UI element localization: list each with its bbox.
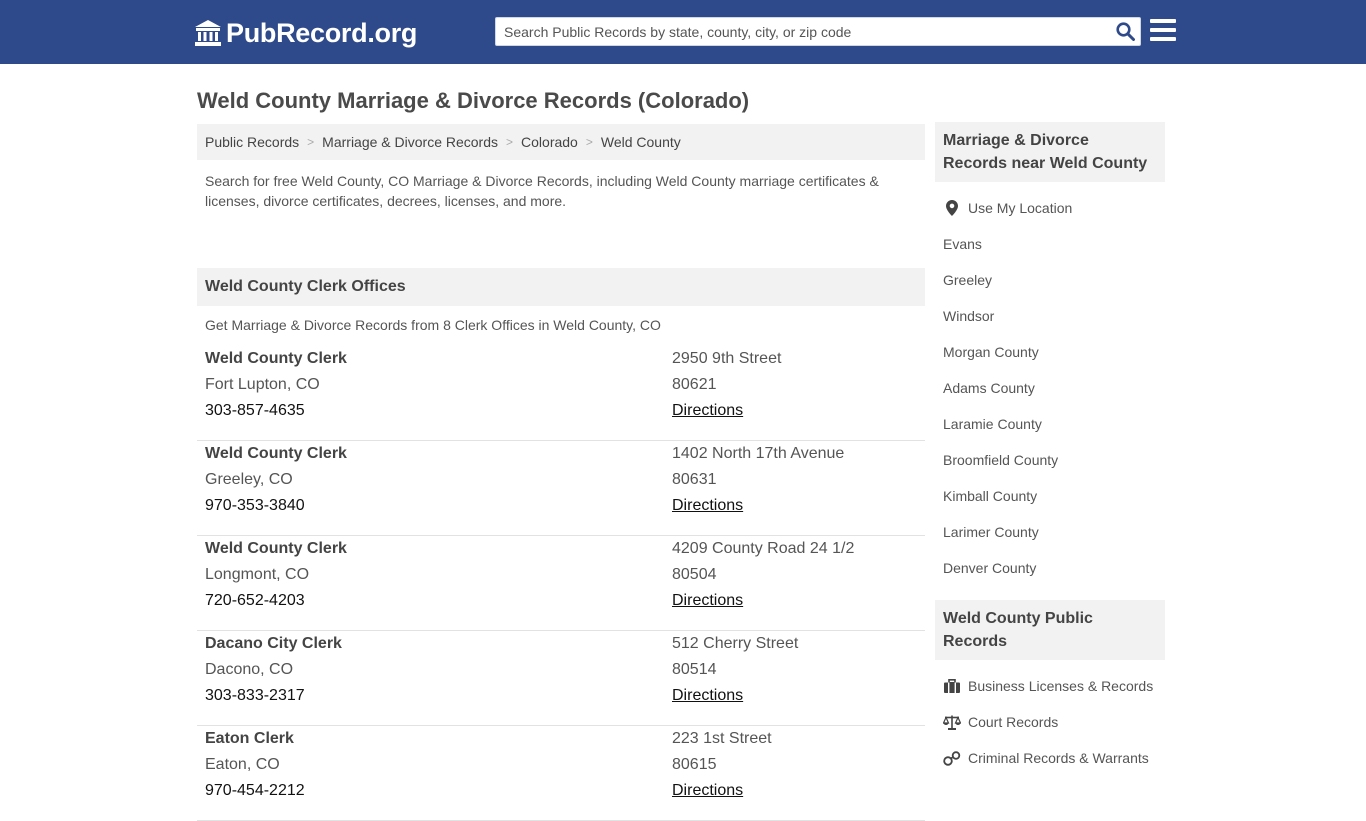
nearby-link-denver-county[interactable]: Denver County [935,550,1165,586]
briefcase-icon [943,678,961,694]
breadcrumb-public-records[interactable]: Public Records [205,134,299,150]
courthouse-icon [195,20,221,46]
nearby-records-heading: Marriage & Divorce Records near Weld Cou… [935,122,1165,182]
office-city: Greeley, CO [205,471,293,488]
office-phone[interactable]: 970-353-3840 [205,493,347,519]
business-licenses-link[interactable]: Business Licenses & Records [935,668,1165,704]
office-city: Fort Lupton, CO [205,376,320,393]
office-name[interactable]: Eaton Clerk [205,726,305,752]
hamburger-menu-icon[interactable] [1150,19,1176,43]
breadcrumb-weld-county[interactable]: Weld County [601,134,681,150]
office-street: 4209 County Road 24 1/2 [672,540,855,557]
office-zip: 80514 [672,661,717,678]
nearby-link-kimball-county[interactable]: Kimball County [935,478,1165,514]
use-my-location-label: Use My Location [968,200,1073,216]
office-name[interactable]: Weld County Clerk [205,536,347,562]
search-input[interactable] [496,18,1110,45]
search-icon [1115,22,1135,41]
directions-link[interactable]: Directions [672,497,743,514]
page-title: Weld County Marriage & Divorce Records (… [197,88,750,113]
office-zip: 80504 [672,566,717,583]
nearby-link-greeley[interactable]: Greeley [935,262,1165,298]
court-records-label: Court Records [968,714,1059,730]
nearby-link-adams-county[interactable]: Adams County [935,370,1165,406]
nearby-link-windsor[interactable]: Windsor [935,298,1165,334]
main-content: Public Records > Marriage & Divorce Reco… [197,124,925,821]
search-bar [495,17,1141,46]
search-button[interactable] [1110,18,1140,45]
office-zip: 80615 [672,756,717,773]
offices-section-title: Weld County Clerk Offices [197,268,925,306]
office-zip: 80631 [672,471,717,488]
nearby-link-laramie-county[interactable]: Laramie County [935,406,1165,442]
office-name[interactable]: Weld County Clerk [205,346,347,372]
intro-text: Search for free Weld County, CO Marriage… [205,173,879,209]
office-zip: 80621 [672,376,717,393]
breadcrumb-separator: > [506,135,514,149]
directions-link[interactable]: Directions [672,687,743,704]
office-listing: Weld County Clerk Longmont, CO 720-652-4… [197,536,925,631]
office-street: 223 1st Street [672,730,772,747]
breadcrumb-separator: > [585,135,593,149]
business-licenses-label: Business Licenses & Records [968,678,1154,694]
nearby-list: Use My Location Evans Greeley Windsor Mo… [935,182,1165,600]
breadcrumb-colorado[interactable]: Colorado [521,134,578,150]
office-phone[interactable]: 303-833-2317 [205,683,342,709]
office-phone[interactable]: 303-857-4635 [205,398,347,424]
office-street: 1402 North 17th Avenue [672,445,845,462]
office-list: Weld County Clerk Fort Lupton, CO 303-85… [197,346,925,821]
office-street: 2950 9th Street [672,350,782,367]
breadcrumb-marriage-divorce[interactable]: Marriage & Divorce Records [322,134,498,150]
office-phone[interactable]: 970-454-2212 [205,778,305,804]
breadcrumb: Public Records > Marriage & Divorce Reco… [197,124,925,160]
directions-link[interactable]: Directions [672,782,743,799]
nearby-link-broomfield-county[interactable]: Broomfield County [935,442,1165,478]
logo-text: PubRecord.org [226,18,418,48]
scales-icon [943,714,961,730]
nearby-link-larimer-county[interactable]: Larimer County [935,514,1165,550]
office-city: Dacono, CO [205,661,294,678]
handcuffs-icon [943,750,961,766]
office-listing: Dacano City Clerk Dacono, CO 303-833-231… [197,631,925,726]
use-my-location-link[interactable]: Use My Location [935,190,1165,226]
sidebar: Marriage & Divorce Records near Weld Cou… [935,122,1165,790]
nearby-link-morgan-county[interactable]: Morgan County [935,334,1165,370]
breadcrumb-separator: > [307,135,315,149]
map-pin-icon [943,200,961,216]
office-name[interactable]: Weld County Clerk [205,441,347,467]
office-name[interactable]: Dacano City Clerk [205,631,342,657]
criminal-records-label: Criminal Records & Warrants [968,750,1149,766]
office-city: Longmont, CO [205,566,310,583]
office-listing: Eaton Clerk Eaton, CO 970-454-2212 223 1… [197,726,925,821]
nearby-link-evans[interactable]: Evans [935,226,1165,262]
criminal-records-link[interactable]: Criminal Records & Warrants [935,740,1165,776]
site-logo[interactable]: PubRecord.org [194,17,417,49]
top-navigation-bar: PubRecord.org [0,0,1366,64]
offices-section-subtitle: Get Marriage & Divorce Records from 8 Cl… [205,317,661,333]
court-records-link[interactable]: Court Records [935,704,1165,740]
office-city: Eaton, CO [205,756,280,773]
office-phone[interactable]: 720-652-4203 [205,588,347,614]
directions-link[interactable]: Directions [672,592,743,609]
office-street: 512 Cherry Street [672,635,799,652]
directions-link[interactable]: Directions [672,402,743,419]
public-records-list: Business Licenses & Records Court Record… [935,660,1165,790]
office-listing: Weld County Clerk Fort Lupton, CO 303-85… [197,346,925,441]
office-listing: Weld County Clerk Greeley, CO 970-353-38… [197,441,925,536]
public-records-heading: Weld County Public Records [935,600,1165,660]
